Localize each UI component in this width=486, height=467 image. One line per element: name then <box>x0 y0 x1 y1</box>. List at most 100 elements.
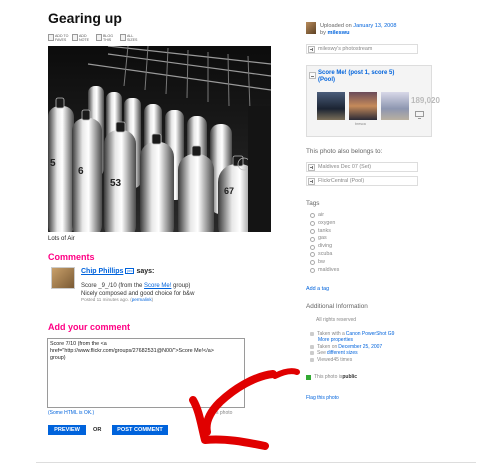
owner-link[interactable]: mileswu <box>327 30 349 36</box>
camera-icon <box>310 332 314 337</box>
svg-text:53: 53 <box>110 178 122 189</box>
privacy-info: This photo is public <box>306 374 357 380</box>
add-tag-link[interactable]: Add a tag <box>306 286 329 292</box>
footer-divider <box>36 462 476 463</box>
tag-label: maldives <box>318 266 340 273</box>
camera-link[interactable]: Canon PowerShot G9 <box>346 331 395 337</box>
uploaded-prefix: Uploaded on <box>320 23 354 29</box>
tag-item[interactable]: maldives <box>310 267 339 275</box>
comment-line1: Score _9_/10 (from the Score Me! group) <box>81 282 271 290</box>
tags-heading: Tags <box>306 200 320 207</box>
pool-thumb-next[interactable] <box>381 92 409 120</box>
expand-plus-icon[interactable] <box>308 177 315 185</box>
tag-icon <box>310 213 315 219</box>
pool-context-panel: Score Me! (post 1, score 5) (Pool) bresc… <box>306 65 440 137</box>
privacy-value: public <box>342 374 358 380</box>
tag-item[interactable]: air <box>310 212 339 220</box>
red-arrow-annotation <box>189 368 300 450</box>
tag-label: gas <box>318 235 327 242</box>
views-info: Viewed 45 times <box>310 357 395 363</box>
set-flickrcentral-label: FlickrCentral (Pool) <box>318 178 365 184</box>
pro-badge[interactable]: pro <box>125 268 135 275</box>
comment-permalink[interactable]: permalink <box>132 297 152 302</box>
pool-title: Score Me! (post 1, score 5) <box>318 70 395 76</box>
calendar-icon <box>310 345 314 350</box>
comment-meta-suffix: ) <box>151 297 154 302</box>
post-comment-button[interactable]: POST COMMENT <box>112 425 168 435</box>
tag-icon <box>310 267 315 273</box>
add-to-faves-label: ADD TO FAVES <box>55 34 69 42</box>
tag-list: air oxygen tanks gas diving scuba bw mal… <box>310 212 339 274</box>
note-icon <box>72 34 78 41</box>
tag-label: bw <box>318 258 325 265</box>
views-count: 45 times <box>333 356 353 363</box>
slideshow-icon[interactable] <box>415 111 424 119</box>
preview-button[interactable]: PREVIEW <box>48 425 86 435</box>
pool-thumb-current[interactable] <box>349 92 377 120</box>
sizes-icon <box>120 34 126 41</box>
expand-plus-icon[interactable] <box>308 45 315 53</box>
comment-meta: Posted 11 minutes ago. (permalink) <box>81 297 153 302</box>
uploaded-info: Uploaded on January 13, 2008 by mileswu <box>320 23 397 37</box>
add-note-label: ADD NOTE <box>79 34 89 42</box>
tag-item[interactable]: diving <box>310 243 339 251</box>
pool-thumb-prev[interactable] <box>317 92 345 120</box>
tag-item[interactable]: gas <box>310 235 339 243</box>
tag-item[interactable]: tanks <box>310 228 339 236</box>
commenter-avatar[interactable] <box>51 267 75 289</box>
info-list: Taken with a Canon PowerShot G9 More pro… <box>310 331 395 363</box>
tag-icon <box>310 236 315 242</box>
comment-header: Chip Phillips pro says: <box>81 268 154 275</box>
svg-text:5: 5 <box>50 158 56 169</box>
tag-icon <box>310 221 315 227</box>
comment-body: Score _9_/10 (from the Score Me! group) … <box>81 282 271 298</box>
tag-icon <box>310 244 315 250</box>
comment-line1-prefix: Score _9_/10 (from the <box>81 283 145 289</box>
tag-label: diving <box>318 243 333 250</box>
tag-item[interactable]: bw <box>310 259 339 267</box>
tag-icon <box>310 228 315 234</box>
belongs-heading: This photo also belongs to: <box>306 148 383 155</box>
html-ok-link[interactable]: (Some HTML is OK.) <box>48 410 94 416</box>
privacy-prefix: This photo is <box>314 374 343 380</box>
collapse-minus-icon[interactable] <box>309 72 316 79</box>
blog-this-label: BLOG THIS <box>103 34 113 42</box>
main-photo[interactable]: 5 6 53 67 <box>48 46 271 232</box>
tag-label: air <box>318 212 324 218</box>
comment-line1-suffix: group) <box>171 283 191 289</box>
additional-info-heading: Additional Information <box>306 303 368 310</box>
pool-title-link[interactable]: Score Me! (post 1, score 5) (Pool) <box>318 70 394 84</box>
comment-author-link[interactable]: Chip Phillips <box>81 268 123 275</box>
photostream-context[interactable]: mileswy's photostream <box>306 44 418 54</box>
expand-plus-icon[interactable] <box>308 163 315 171</box>
tag-icon <box>310 260 315 266</box>
upload-date-link[interactable]: January 13, 2008 <box>353 23 396 29</box>
tag-label: oxygen <box>318 219 336 226</box>
or-label: OR <box>93 427 102 433</box>
score-me-group-link[interactable]: Score Me! <box>144 283 171 289</box>
rights-text[interactable]: All rights reserved <box>316 317 356 323</box>
flag-photo-link[interactable]: Flag this photo <box>306 395 339 401</box>
set-flickrcentral[interactable]: FlickrCentral (Pool) <box>306 176 418 186</box>
pool-subtitle: (Pool) <box>318 77 335 83</box>
photo-caption: Lots of Air <box>48 236 75 242</box>
says-label: says: <box>136 268 155 275</box>
pool-thumb-label: bresca <box>355 122 366 126</box>
add-comment-heading: Add your comment <box>48 322 131 332</box>
scuba-tanks-photo: 5 6 53 67 <box>48 46 271 232</box>
fave-star-icon <box>48 34 54 41</box>
sizes-icon <box>310 351 314 356</box>
owner-avatar[interactable] <box>306 22 316 34</box>
comments-heading: Comments <box>48 252 95 262</box>
all-sizes-label: ALL SIZES <box>127 34 138 42</box>
photo-page: Gearing up ADD TO FAVES ADD NOTE BLOG TH… <box>0 0 486 467</box>
views-prefix: Viewed <box>317 356 334 363</box>
tag-item[interactable]: oxygen <box>310 220 339 228</box>
tag-label: scuba <box>318 250 333 257</box>
set-maldives-label: Maldives Dec 07 (Set) <box>318 164 372 170</box>
tag-item[interactable]: scuba <box>310 251 339 259</box>
public-check-icon <box>306 374 311 380</box>
set-maldives[interactable]: Maldives Dec 07 (Set) <box>306 162 418 172</box>
tag-icon <box>310 252 315 258</box>
svg-text:6: 6 <box>78 166 84 177</box>
